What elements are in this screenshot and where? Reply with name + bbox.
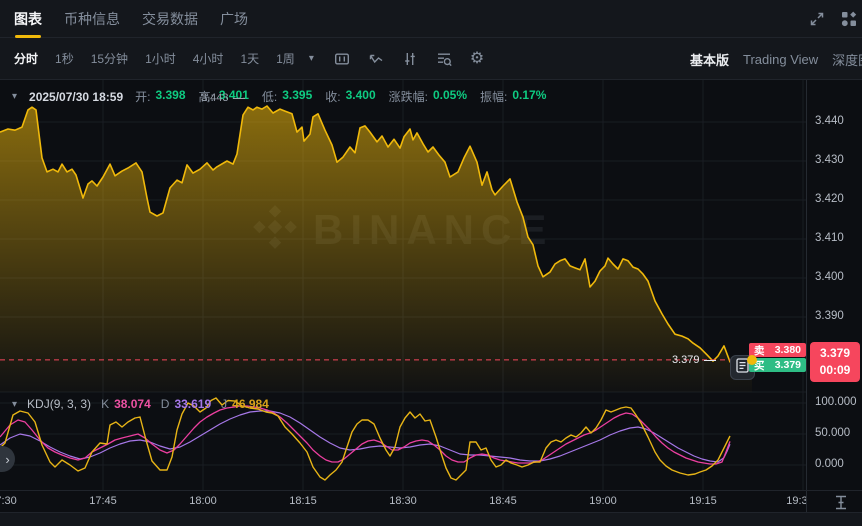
widgets-grid-icon[interactable]: [840, 10, 857, 27]
kdj-collapse-caret[interactable]: ▾: [12, 399, 17, 410]
binance-trading-chart-page: 图表币种信息交易数据广场 分时 1秒 15分钟 1小时 4小时 1天 1周 ▾: [0, 0, 862, 526]
axis-corner: [806, 491, 862, 513]
k-value: 38.074: [114, 397, 151, 411]
day-high-annotation: 3.443: [201, 92, 245, 104]
timeframe-list: 分时 1秒 15分钟 1小时 4小时 1天 1周: [0, 50, 295, 67]
buy-price-badge[interactable]: 买 3.379: [749, 358, 806, 372]
time-tick-label: 17:30: [0, 495, 23, 507]
time-tick-label: 19:00: [583, 495, 623, 507]
timeframe-1d[interactable]: 1天: [240, 50, 259, 67]
price-tick-label: 3.440: [815, 115, 844, 127]
timeframe-4h[interactable]: 4小时: [193, 50, 224, 67]
mode-trading-view[interactable]: Trading View: [743, 52, 818, 67]
time-axis[interactable]: 19:3019:1519:0018:4518:3018:1518:0017:45…: [0, 490, 862, 512]
chart-toolbar: 分时 1秒 15分钟 1小时 4小时 1天 1周 ▾ ⚙ 基本版 Trading View 深度…: [0, 38, 862, 80]
trend-line-drawing-icon[interactable]: [368, 50, 385, 67]
current-price-annotation: 3.379: [672, 354, 716, 366]
kdj-indicator-header: ▾ KDJ(9, 3, 3) K 38.074 D 33.619 J 46.984: [12, 397, 269, 411]
timeframe-1h[interactable]: 1小时: [145, 50, 176, 67]
day-high-value: 3.443: [201, 92, 229, 104]
timeframe-time-line[interactable]: 分时: [14, 50, 38, 67]
time-tick-label: 18:00: [183, 495, 223, 507]
ohlc-field-3: 收:3.400: [325, 88, 375, 105]
kdj-title: KDJ(9, 3, 3): [27, 397, 91, 411]
candle-datetime: 2025/07/30 18:59: [29, 90, 123, 104]
annotation-dash: [233, 98, 245, 99]
mode-depth-chart[interactable]: 深度图: [832, 50, 862, 69]
annotation-dash: [704, 360, 716, 361]
price-tick-label: 3.390: [815, 310, 844, 322]
fullscreen-expand-icon[interactable]: [808, 10, 825, 27]
indicator-search-icon[interactable]: [436, 50, 453, 67]
j-label: J: [221, 397, 227, 411]
d-label: D: [161, 397, 170, 411]
current-price-value: 3.379: [672, 354, 700, 366]
settings-gear-icon[interactable]: ⚙: [470, 51, 484, 67]
price-tick-label: 3.430: [815, 154, 844, 166]
d-value: 33.619: [174, 397, 211, 411]
k-label: K: [101, 397, 109, 411]
price-axis-panel[interactable]: 3.379 00:09 3.440 3.430 3.420 3.410 3.400 3.3…: [806, 80, 862, 512]
mode-basic-version[interactable]: 基本版: [690, 50, 729, 69]
time-tick-label: 19:15: [683, 495, 723, 507]
tab-square[interactable]: 广场: [220, 0, 248, 38]
timeframe-15m[interactable]: 15分钟: [91, 50, 128, 67]
timeframe-1w[interactable]: 1周: [276, 50, 295, 67]
header-icons: [808, 10, 857, 27]
ohlc-field-0: 开:3.398: [135, 88, 185, 105]
toolbar-icons: ⚙: [334, 50, 484, 67]
ohlc-collapse-caret[interactable]: ▾: [12, 91, 17, 102]
candle-countdown: 00:09: [820, 362, 851, 379]
j-value: 46.984: [232, 397, 269, 411]
sell-label: 卖: [754, 343, 765, 358]
indicator-sliders-icon[interactable]: [402, 50, 419, 67]
kdj-tick-label: 50.000: [815, 427, 850, 439]
ohlc-fields: 开:3.398高:3.401低:3.395收:3.400涨跌幅:0.05%振幅:…: [135, 88, 546, 105]
price-tick-label: 3.410: [815, 232, 844, 244]
sell-price-badge[interactable]: 卖 3.380: [749, 343, 806, 357]
last-price-dot: [747, 355, 757, 365]
sell-price: 3.380: [775, 344, 801, 356]
time-tick-label: 18:30: [383, 495, 423, 507]
buy-price: 3.379: [775, 359, 801, 371]
time-tick-label: 18:45: [483, 495, 523, 507]
footer-strip: [0, 512, 862, 526]
timeframe-1s[interactable]: 1秒: [55, 50, 74, 67]
last-price-axis-tag: 3.379 00:09: [810, 342, 860, 382]
candlestick-interval-icon[interactable]: [334, 50, 351, 67]
time-tick-label: 18:15: [283, 495, 323, 507]
tab-trading-data[interactable]: 交易数据: [142, 0, 198, 38]
tab-chart[interactable]: 图表: [14, 0, 42, 38]
price-scale-icon[interactable]: [833, 495, 849, 510]
tab-coin-info[interactable]: 币种信息: [64, 0, 120, 38]
price-chart-canvas[interactable]: [0, 80, 806, 490]
axis-last-price: 3.379: [820, 345, 850, 362]
chart-mode-switch: 基本版 Trading View 深度图: [690, 38, 862, 80]
more-intervals-caret[interactable]: ▾: [309, 53, 314, 64]
ohlc-field-2: 低:3.395: [262, 88, 312, 105]
ohlc-field-5: 振幅:0.17%: [480, 88, 546, 105]
time-tick-label: 17:45: [83, 495, 123, 507]
ohlc-readout: ▾ 2025/07/30 18:59 开:3.398高:3.401低:3.395…: [12, 88, 546, 105]
kdj-tick-label: 0.000: [815, 458, 844, 470]
ohlc-field-4: 涨跌幅:0.05%: [389, 88, 467, 105]
price-tick-label: 3.420: [815, 193, 844, 205]
page-tabs: 图表币种信息交易数据广场: [14, 0, 248, 38]
kdj-tick-label: 100.000: [815, 396, 857, 408]
price-tick-label: 3.400: [815, 271, 844, 283]
page-tab-bar: 图表币种信息交易数据广场: [0, 0, 862, 38]
